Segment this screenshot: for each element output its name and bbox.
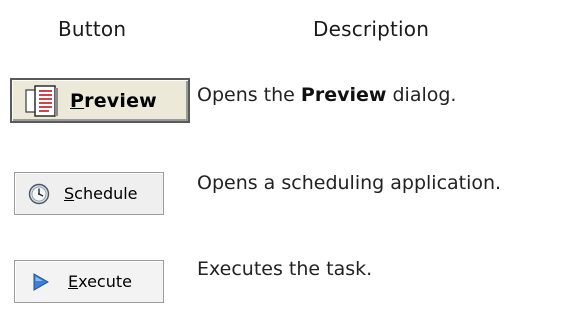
table-row: Schedule Opens a scheduling application.: [0, 168, 579, 218]
column-header-description: Description: [313, 17, 430, 41]
schedule-button-label: Schedule: [64, 184, 138, 203]
execute-description: Executes the task.: [197, 258, 373, 280]
clock-icon: [28, 183, 50, 205]
table-row: Preview Opens the Preview dialog.: [0, 68, 579, 128]
play-arrow-icon: [32, 272, 50, 292]
schedule-button[interactable]: Schedule: [14, 172, 164, 215]
column-header-button: Button: [58, 17, 127, 41]
preview-button[interactable]: Preview: [10, 78, 190, 123]
preview-description: Opens the Preview dialog.: [197, 84, 457, 106]
table-row: Execute Executes the task.: [0, 258, 579, 308]
preview-emphasis: Preview: [300, 84, 387, 106]
document-preview-icon: [24, 84, 64, 118]
schedule-description: Opens a scheduling application.: [197, 172, 502, 194]
preview-button-label: Preview: [70, 89, 157, 112]
execute-button[interactable]: Execute: [14, 260, 164, 303]
execute-button-label: Execute: [68, 272, 132, 291]
